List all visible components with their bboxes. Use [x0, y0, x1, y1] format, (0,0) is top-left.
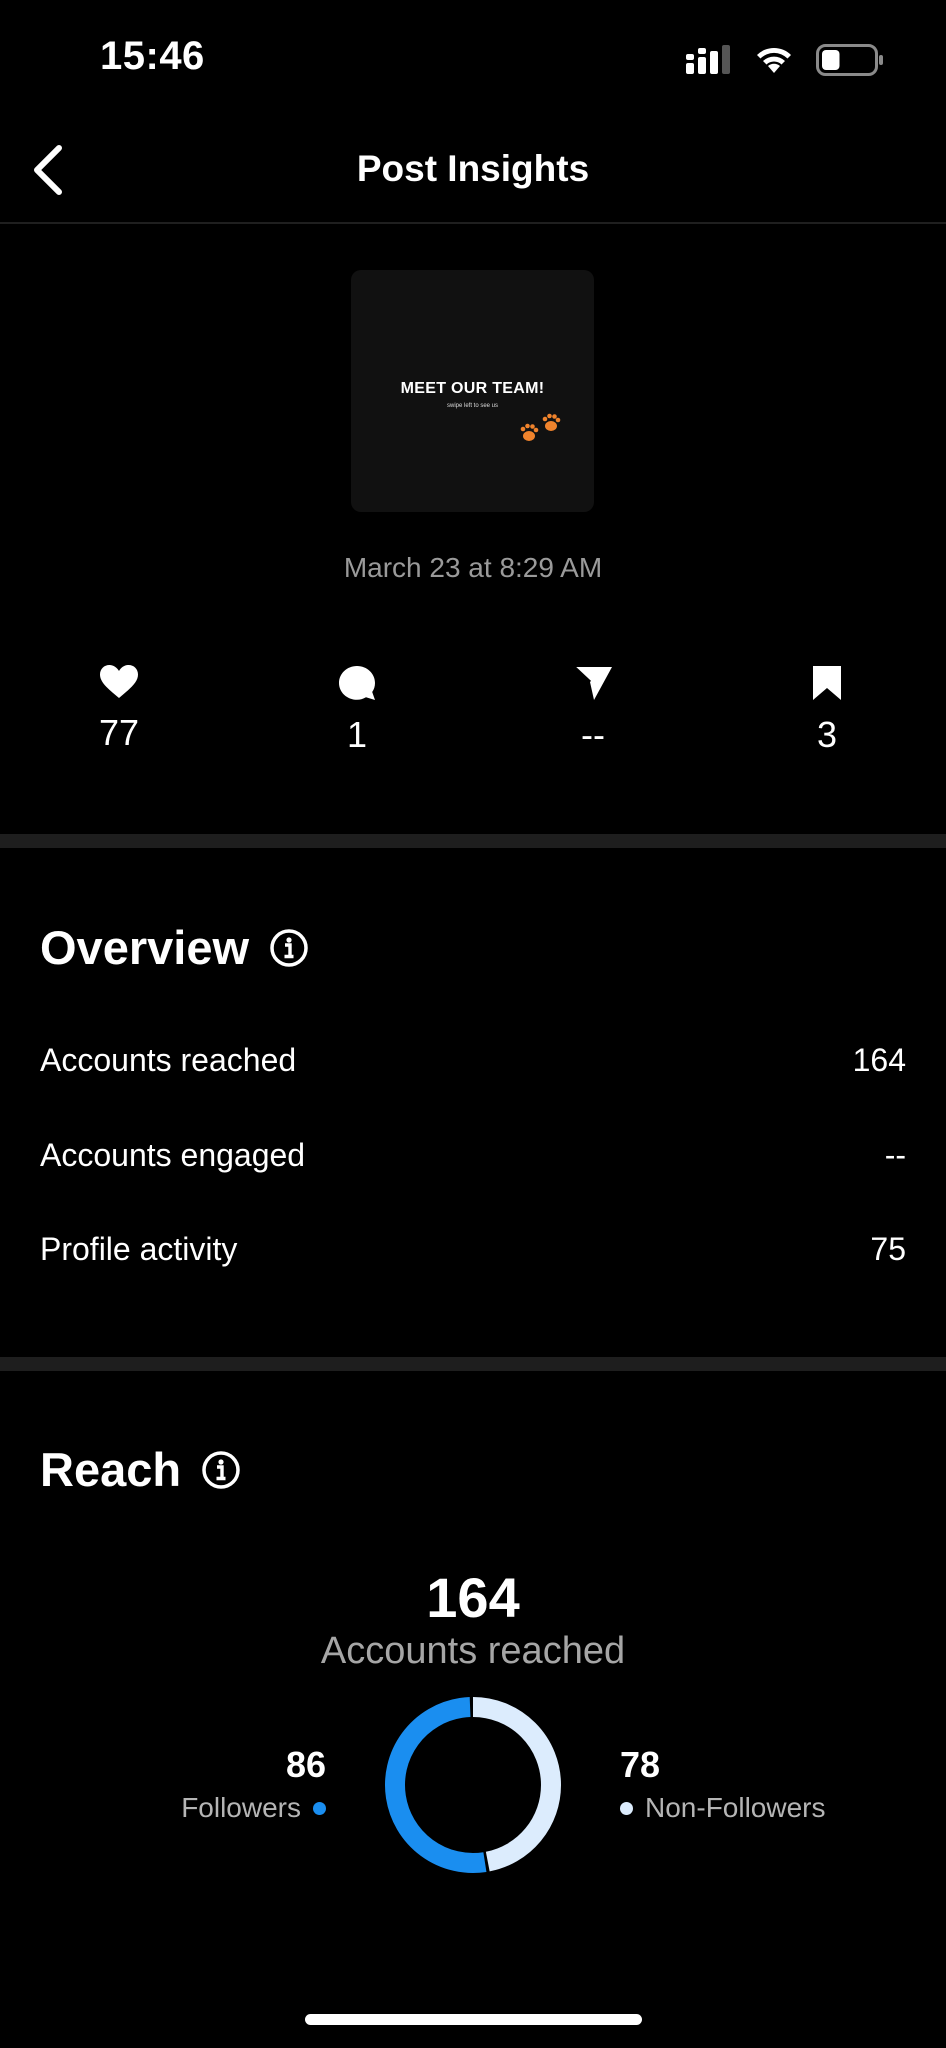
cellular-signal-icon	[686, 45, 732, 80]
non-followers-count: 78	[620, 1744, 661, 1785]
row-label: Profile activity	[40, 1231, 238, 1267]
row-value: --	[884, 1137, 906, 1173]
share-paper-plane-icon	[533, 664, 653, 702]
row-value: 75	[870, 1231, 906, 1267]
comment-icon	[297, 664, 417, 702]
stat-likes[interactable]: 77	[59, 664, 179, 754]
reach-title: Reach	[40, 1443, 182, 1496]
status-time: 15:46	[100, 34, 205, 78]
saves-count: 3	[816, 714, 838, 755]
followers-label: Followers	[181, 1792, 301, 1823]
followers-arc	[385, 1697, 561, 1873]
section-divider	[0, 1357, 946, 1371]
interaction-stats: 77 1 -- 3	[0, 664, 946, 764]
paw-prints-icon	[519, 412, 567, 453]
page-title: Post Insights	[356, 148, 590, 189]
non-followers-dot	[620, 1801, 633, 1815]
status-bar: 15:46	[0, 0, 946, 120]
thumbnail-subtitle: swipe left to see us	[446, 403, 499, 409]
reach-donut-chart	[385, 1697, 561, 1873]
reach-section: Reach	[40, 1442, 241, 1497]
reach-total: 164	[426, 1566, 520, 1629]
shares-count: --	[581, 714, 605, 755]
post-date: March 23 at 8:29 AM	[343, 552, 603, 583]
overview-section: Overview	[40, 920, 309, 975]
header: Post Insights	[0, 120, 946, 224]
stat-shares[interactable]: --	[533, 664, 653, 756]
overview-row-profile-activity[interactable]: Profile activity 75	[40, 1231, 906, 1268]
comments-count: 1	[346, 714, 368, 755]
battery-icon	[816, 44, 884, 81]
reach-total-label: Accounts reached	[320, 1630, 626, 1672]
likes-count: 77	[98, 712, 140, 753]
followers-dot	[313, 1801, 326, 1815]
legend-non-followers: 78 Non-Followers	[620, 1744, 826, 1824]
followers-count: 86	[285, 1744, 326, 1785]
overview-row-accounts-reached[interactable]: Accounts reached 164	[40, 1042, 906, 1079]
status-icons	[686, 44, 884, 81]
info-icon[interactable]	[269, 928, 309, 968]
row-label: Accounts engaged	[40, 1137, 306, 1173]
wifi-icon	[754, 45, 794, 80]
stat-saves[interactable]: 3	[767, 664, 887, 756]
post-thumbnail[interactable]: MEET OUR TEAM! swipe left to see us	[351, 270, 594, 512]
home-indicator[interactable]	[305, 2014, 642, 2025]
stat-comments[interactable]: 1	[297, 664, 417, 756]
non-followers-label: Non-Followers	[645, 1792, 826, 1823]
thumbnail-title: MEET OUR TEAM!	[400, 380, 545, 397]
bookmark-icon	[767, 664, 887, 702]
overview-row-accounts-engaged[interactable]: Accounts engaged --	[40, 1137, 906, 1174]
info-icon[interactable]	[201, 1450, 241, 1490]
overview-title: Overview	[40, 921, 250, 974]
legend-followers: 86 Followers	[181, 1744, 326, 1824]
row-label: Accounts reached	[40, 1042, 297, 1078]
section-divider	[0, 834, 946, 848]
row-value: 164	[852, 1042, 906, 1078]
heart-icon	[59, 664, 179, 700]
